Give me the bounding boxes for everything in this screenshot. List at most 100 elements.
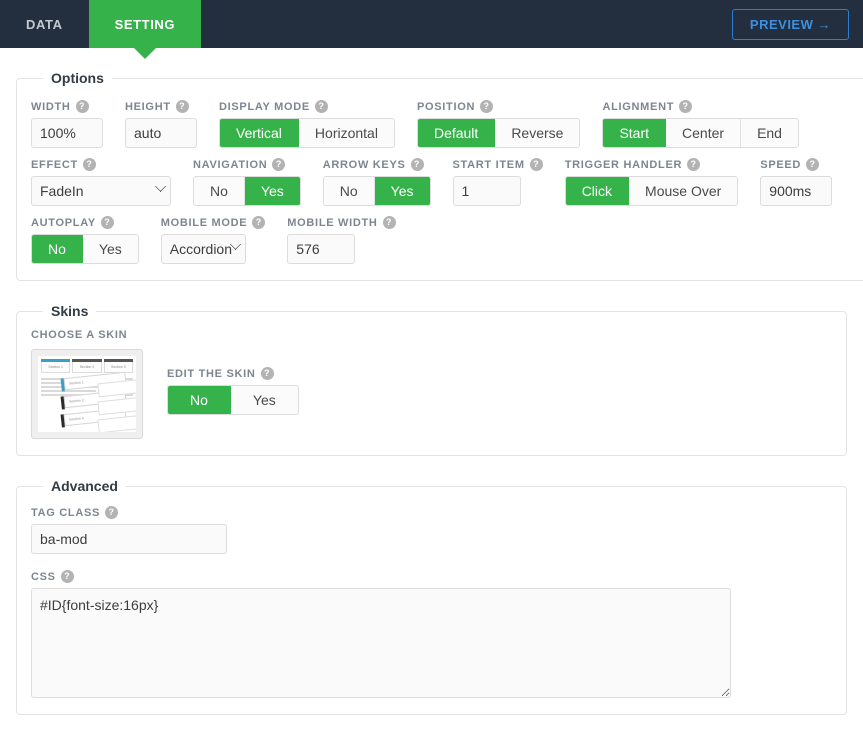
tag-class-label: TAG CLASS ?	[31, 506, 832, 519]
display-mode-option-vertical[interactable]: Vertical	[220, 119, 299, 147]
display-mode-option-horizontal[interactable]: Horizontal	[298, 119, 394, 147]
help-icon[interactable]: ?	[314, 100, 328, 113]
skins-section: Skins CHOOSE A SKIN Section 1 Section 2	[16, 303, 847, 456]
skin-thumbnail[interactable]: Section 1 Section 2 Section 3 Section 1 …	[31, 349, 143, 439]
arrow-keys-option-yes[interactable]: Yes	[374, 177, 430, 205]
field-arrow-keys: ARROW KEYS ? No Yes	[322, 158, 431, 206]
preview-button[interactable]: PREVIEW →	[731, 8, 849, 40]
help-icon[interactable]: ?	[806, 158, 820, 171]
effect-label-text: EFFECT	[31, 158, 78, 171]
navigation-label-text: NAVIGATION	[193, 158, 268, 171]
tab-data[interactable]: DATA	[0, 0, 89, 48]
mobile-width-label-text: MOBILE WIDTH	[287, 216, 378, 229]
edit-the-skin-option-yes[interactable]: Yes	[230, 386, 298, 414]
height-label: HEIGHT ?	[125, 100, 197, 113]
arrow-keys-label-text: ARROW KEYS	[322, 158, 406, 171]
navigation-toggle: No Yes	[193, 176, 301, 206]
effect-label: EFFECT ?	[31, 158, 171, 171]
height-label-text: HEIGHT	[125, 100, 171, 113]
options-section: Options WIDTH ? HEIGHT ? DISPLAY MODE	[16, 70, 863, 281]
css-label-text: CSS	[31, 570, 56, 583]
mobile-width-input[interactable]	[287, 234, 356, 264]
mobile-mode-label: MOBILE MODE ?	[161, 216, 266, 229]
top-navigation-bar: DATA SETTING PREVIEW →	[0, 0, 863, 59]
help-icon[interactable]: ?	[75, 100, 89, 113]
css-textarea[interactable]: #ID{font-size:16px}	[31, 588, 731, 698]
tag-class-input[interactable]	[31, 524, 227, 554]
mobile-mode-select[interactable]: Accordion	[160, 234, 246, 264]
trigger-handler-label: TRIGGER HANDLER ?	[565, 158, 739, 171]
position-option-default[interactable]: Default	[417, 119, 496, 147]
autoplay-option-no[interactable]: No	[32, 235, 83, 263]
field-trigger-handler: TRIGGER HANDLER ? Click Mouse Over	[564, 158, 739, 206]
help-icon[interactable]: ?	[410, 158, 424, 171]
autoplay-label-text: AUTOPLAY	[31, 216, 96, 229]
field-mobile-mode: MOBILE MODE ? Accordion	[160, 216, 266, 264]
css-label: CSS ?	[31, 570, 832, 583]
skin-thumbnail-preview: Section 1 Section 2 Section 3 Section 1 …	[38, 356, 136, 432]
help-icon[interactable]: ?	[382, 216, 396, 229]
thumb-tab-3: Section 3	[103, 359, 133, 373]
help-icon[interactable]: ?	[252, 216, 266, 229]
field-display-mode: DISPLAY MODE ? Vertical Horizontal	[219, 100, 395, 148]
help-icon[interactable]: ?	[175, 100, 189, 113]
position-option-reverse[interactable]: Reverse	[495, 119, 580, 147]
choose-a-skin-label: CHOOSE A SKIN	[31, 329, 832, 341]
field-tag-class: TAG CLASS ?	[31, 506, 832, 554]
speed-label-text: SPEED	[760, 158, 802, 171]
field-edit-the-skin: EDIT THE SKIN ? No Yes	[167, 367, 299, 415]
trigger-handler-option-mouse-over[interactable]: Mouse Over	[629, 177, 738, 205]
autoplay-option-yes[interactable]: Yes	[82, 235, 138, 263]
help-icon[interactable]: ?	[679, 100, 693, 113]
navigation-label: NAVIGATION ?	[193, 158, 301, 171]
help-icon[interactable]: ?	[272, 158, 286, 171]
help-icon[interactable]: ?	[105, 506, 119, 519]
alignment-option-end[interactable]: End	[741, 119, 798, 147]
edit-the-skin-label-text: EDIT THE SKIN	[167, 367, 256, 380]
options-row-3: AUTOPLAY ? No Yes MOBILE MODE ? Accordio…	[31, 216, 854, 264]
help-icon[interactable]: ?	[82, 158, 96, 171]
width-label: WIDTH ?	[31, 100, 103, 113]
position-label: POSITION ?	[417, 100, 581, 113]
thumb-body: Section 1 Section 2 Section 3	[38, 371, 136, 432]
autoplay-label: AUTOPLAY ?	[31, 216, 139, 229]
start-item-input[interactable]	[452, 176, 521, 206]
tab-setting[interactable]: SETTING	[88, 0, 202, 59]
thumb-tab-3-label: Section 3	[103, 362, 133, 373]
position-toggle: Default Reverse	[416, 118, 581, 148]
alignment-option-start[interactable]: Start	[603, 119, 667, 147]
options-row-1: WIDTH ? HEIGHT ? DISPLAY MODE ? Vertic	[31, 100, 854, 148]
autoplay-toggle: No Yes	[31, 234, 139, 264]
field-navigation: NAVIGATION ? No Yes	[193, 158, 301, 206]
field-mobile-width: MOBILE WIDTH ?	[287, 216, 396, 264]
settings-page: Options WIDTH ? HEIGHT ? DISPLAY MODE	[0, 48, 863, 737]
help-icon[interactable]: ?	[480, 100, 494, 113]
thumb-tab-strip: Section 1 Section 2 Section 3	[38, 356, 136, 373]
edit-the-skin-label: EDIT THE SKIN ?	[167, 367, 299, 380]
arrow-keys-option-no[interactable]: No	[323, 177, 375, 205]
trigger-handler-option-click[interactable]: Click	[565, 177, 630, 205]
help-icon[interactable]: ?	[100, 216, 114, 229]
help-icon[interactable]: ?	[260, 367, 274, 380]
alignment-option-center[interactable]: Center	[666, 119, 742, 147]
skins-legend: Skins	[51, 303, 89, 319]
trigger-handler-label-text: TRIGGER HANDLER	[564, 158, 683, 171]
width-input[interactable]	[31, 118, 103, 148]
help-icon[interactable]: ?	[687, 158, 701, 171]
effect-select[interactable]: FadeIn	[31, 176, 171, 206]
navigation-option-no[interactable]: No	[194, 177, 245, 205]
mobile-width-label: MOBILE WIDTH ?	[287, 216, 396, 229]
help-icon[interactable]: ?	[60, 570, 74, 583]
skin-chooser-area: Section 1 Section 2 Section 3 Section 1 …	[31, 349, 832, 439]
width-label-text: WIDTH	[31, 100, 71, 113]
help-icon[interactable]: ?	[529, 158, 543, 171]
navigation-option-yes[interactable]: Yes	[244, 177, 300, 205]
options-legend: Options	[51, 70, 104, 86]
field-autoplay: AUTOPLAY ? No Yes	[31, 216, 139, 264]
arrow-keys-label: ARROW KEYS ?	[323, 158, 431, 171]
advanced-legend: Advanced	[51, 478, 118, 494]
edit-the-skin-option-no[interactable]: No	[168, 386, 231, 414]
height-input[interactable]	[125, 118, 197, 148]
speed-input[interactable]	[760, 176, 833, 206]
